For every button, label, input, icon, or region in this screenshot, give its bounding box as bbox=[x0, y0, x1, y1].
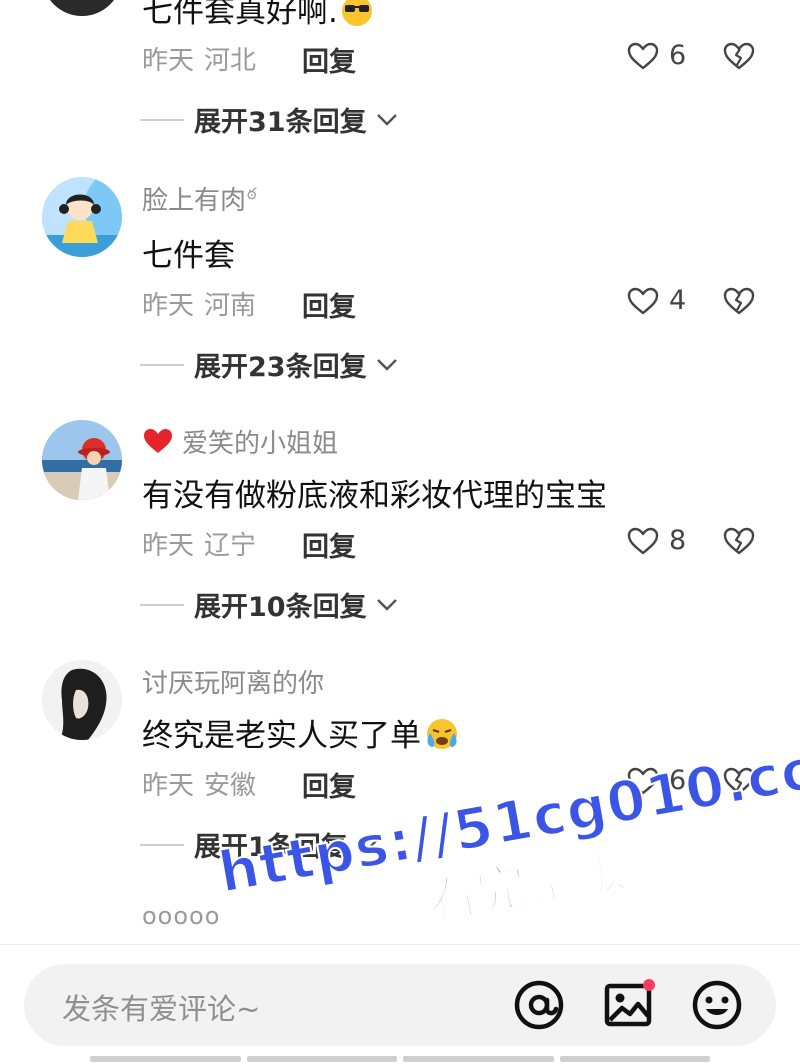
comment-location: 河南 bbox=[204, 291, 257, 321]
expand-replies-button[interactable]: 展开31条回复 bbox=[140, 100, 399, 139]
comment-text: 终究是老实人买了单 bbox=[142, 710, 461, 760]
comment-text: 有没有做粉底液和彩妆代理的宝宝 bbox=[142, 478, 607, 514]
crying-emoji-icon bbox=[423, 716, 461, 760]
comment-time: 昨天 bbox=[142, 531, 195, 561]
divider-line bbox=[140, 118, 184, 121]
avatar[interactable] bbox=[42, 660, 122, 740]
comment-location: 河北 bbox=[204, 46, 257, 76]
expand-replies-button[interactable]: 展开1条回复 bbox=[140, 825, 380, 864]
like-count: 6 bbox=[669, 765, 687, 796]
comment-time: 昨天 bbox=[142, 771, 195, 801]
like-heart-icon bbox=[627, 287, 659, 314]
like-count: 4 bbox=[669, 285, 687, 316]
comment-meta: 昨天 辽宁 bbox=[142, 525, 256, 562]
dislike-broken-heart-icon[interactable] bbox=[722, 525, 756, 557]
like-heart-icon bbox=[627, 42, 659, 69]
watermark-caption: 看完整版 bbox=[422, 839, 631, 933]
at-mention-icon[interactable] bbox=[512, 978, 566, 1032]
comment-meta: 昨天 河南 bbox=[142, 285, 256, 322]
input-divider bbox=[0, 944, 800, 945]
dislike-broken-heart-icon[interactable] bbox=[722, 765, 756, 797]
comment-meta: 昨天 河北 bbox=[142, 40, 256, 77]
comment-time: 昨天 bbox=[142, 46, 195, 76]
comment-meta: 昨天 安徽 bbox=[142, 765, 256, 802]
like-heart-icon bbox=[627, 767, 659, 794]
chevron-down-icon bbox=[376, 358, 397, 371]
like-count: 8 bbox=[669, 525, 687, 556]
reply-button[interactable]: 回复 bbox=[302, 40, 356, 79]
comment-text: 七件套 bbox=[142, 238, 235, 274]
divider-line bbox=[140, 843, 184, 846]
dislike-broken-heart-icon[interactable] bbox=[722, 40, 756, 72]
comment-location: 辽宁 bbox=[204, 531, 257, 561]
comment-text: 七件套真好啊. bbox=[142, 0, 374, 36]
like-button[interactable]: 8 bbox=[627, 525, 686, 556]
dislike-broken-heart-icon[interactable] bbox=[722, 285, 756, 317]
emoji-icon[interactable] bbox=[690, 978, 744, 1032]
comment-location: 安徽 bbox=[204, 771, 257, 801]
divider-line bbox=[140, 363, 184, 366]
avatar[interactable] bbox=[42, 420, 122, 500]
comment-input-placeholder[interactable]: 发条有爱评论~ bbox=[62, 986, 260, 1028]
watermark-overlay: https://51cg010.com 看完整版 bbox=[213, 725, 800, 1000]
divider-line bbox=[140, 603, 184, 606]
like-count: 6 bbox=[669, 40, 687, 71]
partial-comment-text: ooooo bbox=[142, 902, 221, 930]
like-button[interactable]: 4 bbox=[627, 285, 686, 316]
red-heart-icon bbox=[144, 429, 172, 453]
like-heart-icon bbox=[627, 527, 659, 554]
user-badge: ఠ bbox=[247, 184, 257, 203]
reply-button[interactable]: 回复 bbox=[302, 765, 356, 804]
bottom-scroll-indicator bbox=[90, 1056, 710, 1062]
username[interactable]: 讨厌玩阿离的你 bbox=[142, 663, 324, 700]
comment-input-bar[interactable]: 发条有爱评论~ bbox=[24, 964, 776, 1046]
sunglasses-emoji-icon bbox=[340, 0, 374, 36]
username[interactable]: 爱笑的小姐姐 bbox=[142, 423, 338, 460]
chevron-down-icon bbox=[376, 113, 397, 126]
reply-button[interactable]: 回复 bbox=[302, 285, 356, 324]
expand-replies-button[interactable]: 展开10条回复 bbox=[140, 585, 399, 624]
chevron-down-icon bbox=[357, 838, 378, 851]
image-icon[interactable] bbox=[602, 978, 656, 1032]
comment-time: 昨天 bbox=[142, 291, 195, 321]
expand-replies-button[interactable]: 展开23条回复 bbox=[140, 345, 399, 384]
username[interactable]: 脸上有肉ఠ bbox=[142, 180, 257, 217]
reply-button[interactable]: 回复 bbox=[302, 525, 356, 564]
avatar[interactable] bbox=[42, 177, 122, 257]
like-button[interactable]: 6 bbox=[627, 40, 686, 71]
chevron-down-icon bbox=[376, 598, 397, 611]
avatar[interactable] bbox=[42, 0, 122, 16]
like-button[interactable]: 6 bbox=[627, 765, 686, 796]
